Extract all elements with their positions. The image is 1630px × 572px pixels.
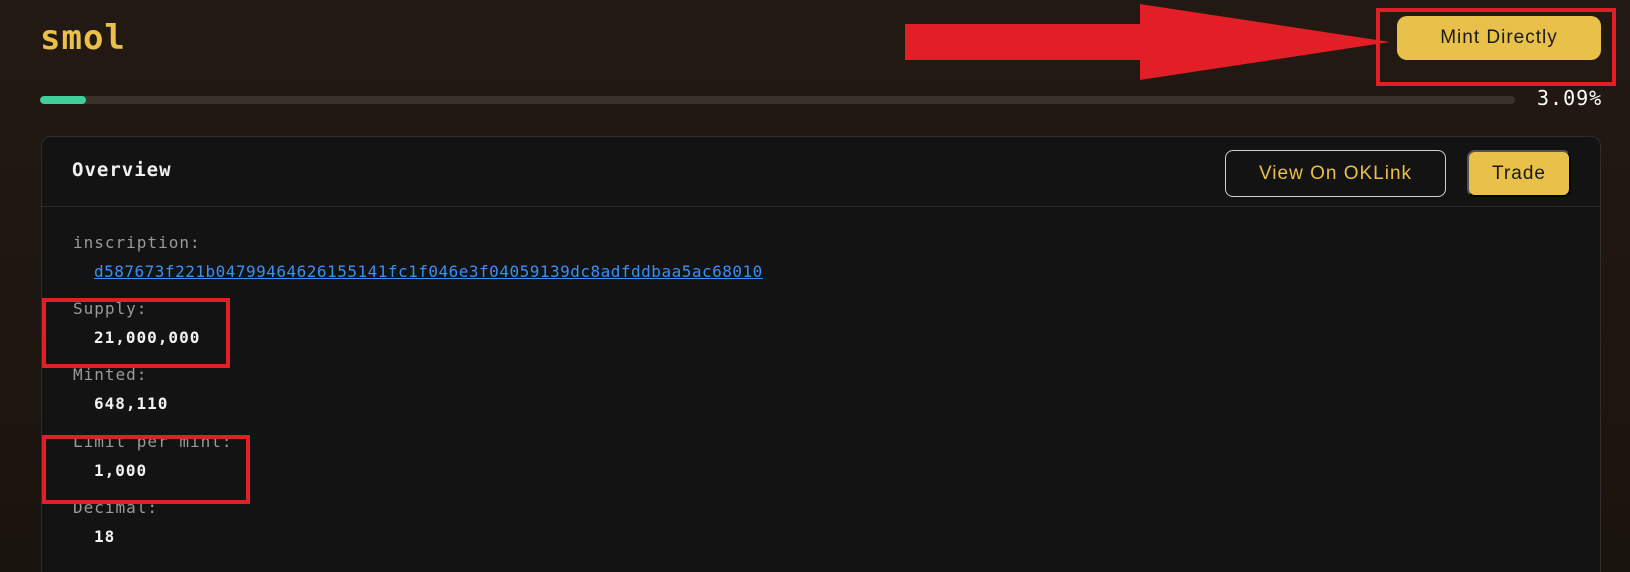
inscription-label: inscription: xyxy=(73,233,201,252)
view-on-oklink-button[interactable]: View On OKLink xyxy=(1225,150,1446,197)
overview-card: Overview View On OKLink Trade inscriptio… xyxy=(41,136,1601,572)
overview-title: Overview xyxy=(72,159,172,181)
mint-progress-bar xyxy=(40,96,1515,104)
highlight-supply xyxy=(42,298,230,368)
trade-button[interactable]: Trade xyxy=(1467,150,1571,197)
token-title: smol xyxy=(40,18,126,58)
mint-progress-percent: 3.09% xyxy=(1537,86,1603,110)
highlight-limit-per-mint xyxy=(42,435,250,504)
highlight-mint-button xyxy=(1376,8,1616,86)
mint-progress-fill xyxy=(40,96,86,104)
decimal-value: 18 xyxy=(94,527,116,546)
minted-value: 648,110 xyxy=(94,394,169,413)
annotation-arrow xyxy=(905,4,1390,80)
inscription-link[interactable]: d587673f221b04799464626155141fc1f046e3f0… xyxy=(94,262,763,281)
overview-header: Overview View On OKLink Trade xyxy=(42,137,1600,207)
